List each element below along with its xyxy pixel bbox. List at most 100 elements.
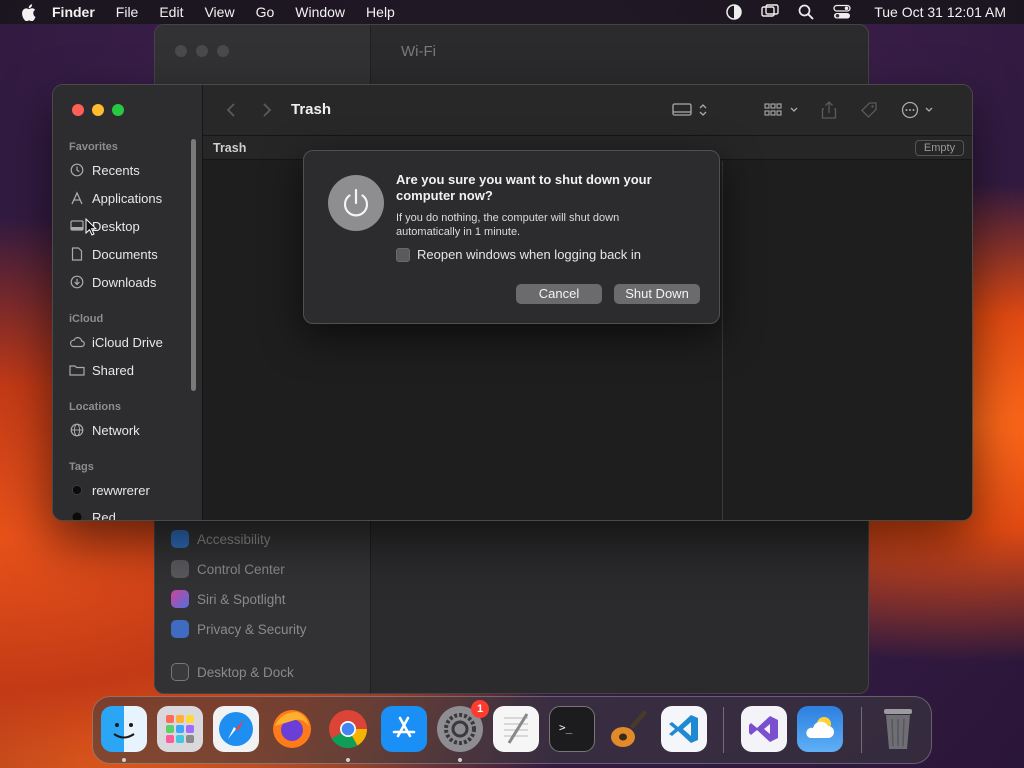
system-settings-icon[interactable]: 1 [437,700,489,752]
empty-trash-button[interactable]: Empty [915,140,964,156]
sidebar-item-label: Desktop [92,218,140,234]
zoom-icon[interactable] [217,45,229,57]
chrome-icon[interactable] [325,706,371,752]
view-mode-icon[interactable] [671,99,711,121]
more-actions-icon[interactable] [899,99,939,121]
menu-edit[interactable]: Edit [159,4,183,20]
tag-icon[interactable] [857,99,881,121]
settings-item-label: Privacy & Security [197,621,307,637]
settings-item-accessibility[interactable]: Accessibility [171,530,271,548]
safari-icon[interactable] [213,706,259,752]
settings-item-label: Siri & Spotlight [197,591,286,607]
weather-icon[interactable] [797,706,843,752]
running-indicator [122,758,126,762]
settings-item-privacy[interactable]: Privacy & Security [171,620,307,638]
menu-help[interactable]: Help [366,4,395,20]
finder-toolbar: Trash [203,85,972,136]
sidebar-item-label: Shared [92,362,134,378]
settings-item-control-center[interactable]: Control Center [171,560,285,578]
siri-icon [171,590,189,608]
document-icon [69,246,85,262]
sidebar-item-applications[interactable]: Applications [69,187,193,209]
settings-pane-title: Wi-Fi [401,43,436,60]
alert-message: If you do nothing, the computer will shu… [396,212,620,238]
launchpad-icon[interactable] [157,706,203,752]
location-label: Trash [213,141,247,155]
close-icon[interactable] [175,45,187,57]
menu-go[interactable]: Go [256,4,275,20]
menu-app-name[interactable]: Finder [52,4,95,20]
vscode-icon[interactable] [661,706,707,752]
sidebar-item-icloud-drive[interactable]: iCloud Drive [69,331,193,353]
reopen-windows-checkbox[interactable] [396,247,410,262]
shut-down-button[interactable]: Shut Down [614,284,700,304]
sidebar-item-recents[interactable]: Recents [69,159,193,181]
menu-file[interactable]: File [116,4,139,20]
screen-time-icon[interactable] [724,2,744,22]
alert-heading: Are you sure you want to shut down your … [396,172,652,203]
finder-icon[interactable] [101,706,147,752]
section-locations: Locations [69,401,121,413]
settings-window-controls [175,45,229,57]
sidebar-item-label: Red [92,509,116,521]
sidebar-scrollbar[interactable] [191,139,196,391]
sidebar-item-documents[interactable]: Documents [69,243,193,265]
zoom-icon[interactable] [112,104,124,116]
group-by-icon[interactable] [763,99,801,121]
terminal-icon[interactable]: >_ [549,706,595,752]
sidebar-item-downloads[interactable]: Downloads [69,271,193,293]
app-store-icon[interactable] [381,706,427,752]
cancel-button[interactable]: Cancel [516,284,602,304]
section-icloud: iCloud [69,313,104,325]
column-divider[interactable] [722,161,723,520]
finder-sidebar: Favorites Recents Applications Desktop D… [53,85,203,520]
share-icon[interactable] [817,99,841,121]
visual-studio-icon[interactable] [741,706,787,752]
spotlight-search-icon[interactable] [796,2,816,22]
back-chevron-icon[interactable] [219,99,243,121]
menubar-clock[interactable]: Tue Oct 31 12:01 AM [874,4,1006,20]
menu-bar: Finder File Edit View Go Window Help Tue… [0,0,1024,24]
control-center-icon[interactable] [832,2,852,22]
sidebar-item-tag-red[interactable]: Red [69,506,193,521]
settings-item-label: Accessibility [197,531,271,547]
accessibility-icon [171,530,189,548]
shared-folder-icon [69,362,85,378]
close-icon[interactable] [72,104,84,116]
reopen-windows-option[interactable]: Reopen windows when logging back in [396,247,641,262]
settings-item-siri[interactable]: Siri & Spotlight [171,590,286,608]
desktop-icon [69,218,85,234]
menu-view[interactable]: View [204,4,234,20]
screen-mirroring-icon[interactable] [760,2,780,22]
section-tags: Tags [69,461,94,473]
menu-window[interactable]: Window [295,4,345,20]
forward-chevron-icon[interactable] [255,99,279,121]
tag-dot-icon [69,509,85,520]
sidebar-item-shared[interactable]: Shared [69,359,193,381]
shutdown-alert-dialog: Are you sure you want to shut down your … [303,150,720,324]
trash-icon[interactable] [875,706,921,752]
minimize-icon[interactable] [92,104,104,116]
power-icon [328,175,384,231]
running-indicator [346,758,350,762]
apple-menu-icon[interactable] [18,2,38,22]
notification-badge: 1 [471,700,489,718]
sidebar-item-label: Network [92,422,140,438]
cloud-icon [69,334,85,350]
sidebar-item-label: Applications [92,190,163,206]
settings-item-desktop-dock[interactable]: Desktop & Dock [171,663,294,681]
sidebar-item-label: Downloads [92,274,157,290]
garageband-icon[interactable] [605,706,651,752]
dock: 1 >_ [92,696,932,764]
sidebar-item-network[interactable]: Network [69,419,193,441]
sidebar-item-label: Documents [92,246,158,262]
mouse-cursor-icon [85,217,98,241]
tag-dot-icon [69,482,85,498]
section-favorites: Favorites [69,141,118,153]
minimize-icon[interactable] [196,45,208,57]
desktop-dock-icon [171,663,189,681]
textedit-icon[interactable] [493,706,539,752]
sidebar-item-tag-rewwrerer[interactable]: rewwrerer [69,479,193,501]
firefox-icon[interactable] [269,706,315,752]
control-center-icon [171,560,189,578]
